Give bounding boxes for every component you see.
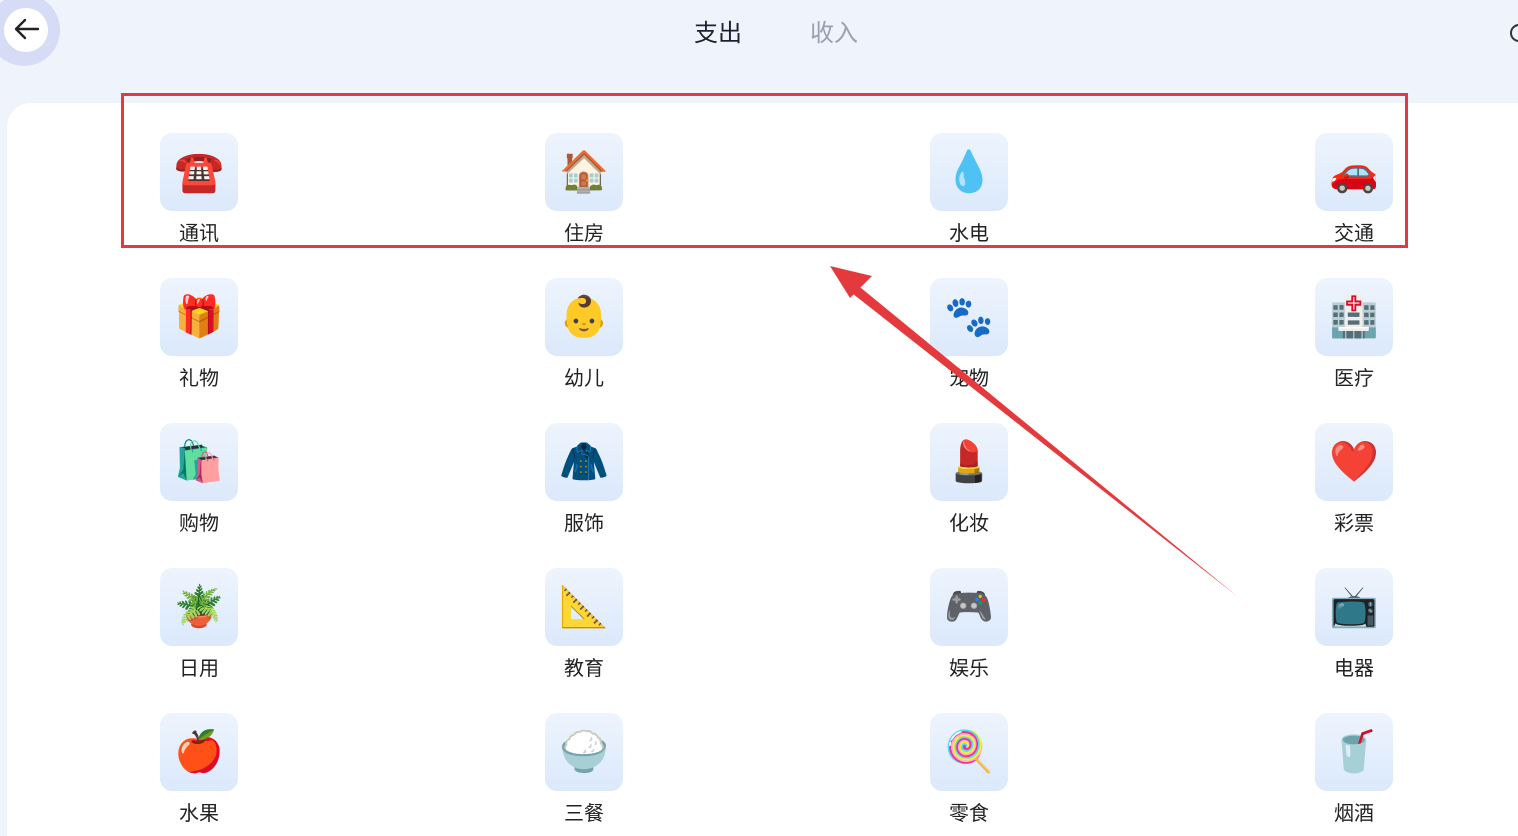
apple-icon: 🍎 [160, 713, 238, 791]
category-item[interactable]: 🎁 礼物 [144, 278, 254, 408]
category-item[interactable]: 👶 幼儿 [529, 278, 639, 408]
category-label: 水电 [949, 221, 989, 245]
category-item[interactable]: 📺 电器 [1299, 568, 1409, 698]
category-label: 服饰 [564, 511, 604, 535]
category-item[interactable]: 🚗 交通 [1299, 133, 1409, 263]
gift-icon: 🎁 [160, 278, 238, 356]
category-label: 礼物 [179, 366, 219, 390]
category-label: 医疗 [1334, 366, 1374, 390]
heart-icon: ❤️ [1315, 423, 1393, 501]
game-controller-icon: 🎮 [930, 568, 1008, 646]
paw-prints-icon: 🐾 [930, 278, 1008, 356]
shopping-bags-icon: 🛍️ [160, 423, 238, 501]
category-item[interactable]: 📐 教育 [529, 568, 639, 698]
potted-plant-icon: 🪴 [160, 568, 238, 646]
category-label: 购物 [179, 511, 219, 535]
category-item[interactable]: 🪴 日用 [144, 568, 254, 698]
category-label: 娱乐 [949, 656, 989, 680]
category-item[interactable]: 🍚 三餐 [529, 713, 639, 836]
hospital-icon: 🏥 [1315, 278, 1393, 356]
category-label: 日用 [179, 656, 219, 680]
category-item[interactable]: 🐾 宠物 [914, 278, 1024, 408]
category-label: 宠物 [949, 366, 989, 390]
category-item[interactable]: 💧 水电 [914, 133, 1024, 263]
category-item[interactable]: 💄 化妆 [914, 423, 1024, 553]
category-item[interactable]: 🛍️ 购物 [144, 423, 254, 553]
category-item[interactable]: 🏠 住房 [529, 133, 639, 263]
triangle-ruler-icon: 📐 [545, 568, 623, 646]
category-label: 住房 [564, 221, 604, 245]
category-label: 水果 [179, 801, 219, 825]
baby-icon: 👶 [545, 278, 623, 356]
rice-bowl-icon: 🍚 [545, 713, 623, 791]
category-label: 零食 [949, 801, 989, 825]
category-label: 交通 [1334, 221, 1374, 245]
category-item[interactable]: 🍭 零食 [914, 713, 1024, 836]
lipstick-icon: 💄 [930, 423, 1008, 501]
category-label: 电器 [1334, 656, 1374, 680]
category-item[interactable]: 🍎 水果 [144, 713, 254, 836]
category-item[interactable]: 🧥 服饰 [529, 423, 639, 553]
category-label: 教育 [564, 656, 604, 680]
category-label: 幼儿 [564, 366, 604, 390]
water-drop-icon: 💧 [930, 133, 1008, 211]
screen: 支出 收入 ☎️ 通讯 🏠 住房 💧 水电 🚗 交通 🎁 礼物 👶 幼儿 🐾 宠物 🏥 医疗 🛍️ 购物 🧥 服饰 💄 化… [0, 0, 1518, 836]
category-item[interactable]: 🎮 娱乐 [914, 568, 1024, 698]
category-label: 化妆 [949, 511, 989, 535]
category-grid: ☎️ 通讯 🏠 住房 💧 水电 🚗 交通 🎁 礼物 👶 幼儿 🐾 宠物 🏥 医疗 🛍️ 购物 🧥 服饰 💄 化妆 ❤️ 彩票 🪴… [0, 0, 1518, 836]
category-item[interactable]: ☎️ 通讯 [144, 133, 254, 263]
lollipop-icon: 🍭 [930, 713, 1008, 791]
television-icon: 📺 [1315, 568, 1393, 646]
category-item[interactable]: 🏥 医疗 [1299, 278, 1409, 408]
house-icon: 🏠 [545, 133, 623, 211]
category-label: 烟酒 [1334, 801, 1374, 825]
car-icon: 🚗 [1315, 133, 1393, 211]
category-label: 彩票 [1334, 511, 1374, 535]
category-label: 通讯 [179, 221, 219, 245]
coat-icon: 🧥 [545, 423, 623, 501]
telephone-icon: ☎️ [160, 133, 238, 211]
cup-with-straw-icon: 🥤 [1315, 713, 1393, 791]
category-item[interactable]: 🥤 烟酒 [1299, 713, 1409, 836]
category-item[interactable]: ❤️ 彩票 [1299, 423, 1409, 553]
category-label: 三餐 [564, 801, 604, 825]
